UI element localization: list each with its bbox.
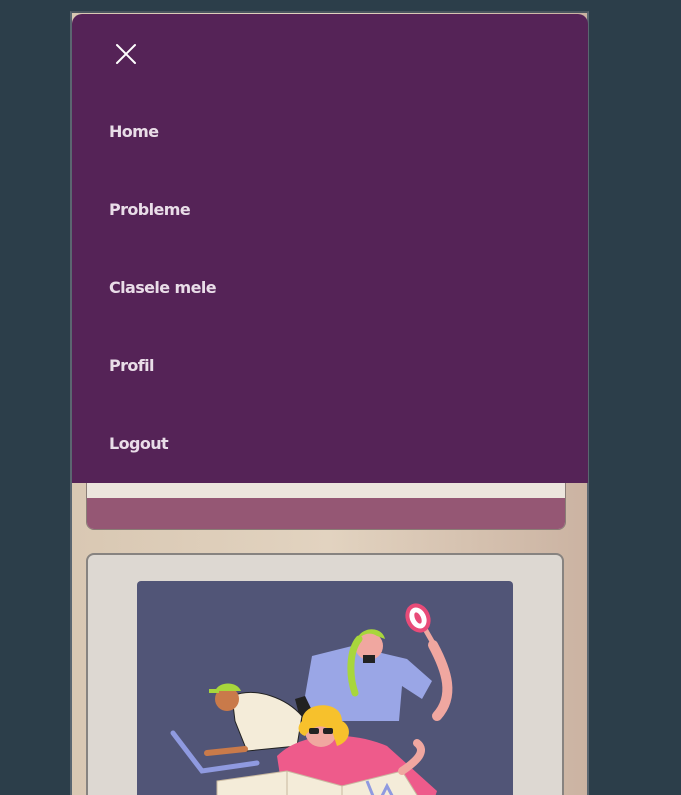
nav-item-home[interactable]: Home: [109, 122, 159, 141]
illustration-frame: [137, 581, 513, 795]
illustration-card: [86, 553, 564, 795]
close-icon: [116, 44, 136, 64]
nav-item-profil[interactable]: Profil: [109, 356, 155, 375]
nav-item-probleme[interactable]: Probleme: [109, 200, 191, 219]
nav-item-clasele-mele[interactable]: Clasele mele: [109, 278, 217, 297]
people-with-map-illustration: [170, 603, 453, 795]
navigation-menu-overlay: Home Probleme Clasele mele Profil Logout: [72, 14, 588, 483]
close-menu-button[interactable]: [112, 40, 140, 68]
magnifier-icon: [405, 603, 436, 646]
card-footer-band: [87, 498, 565, 529]
nav-item-logout[interactable]: Logout: [109, 434, 169, 453]
